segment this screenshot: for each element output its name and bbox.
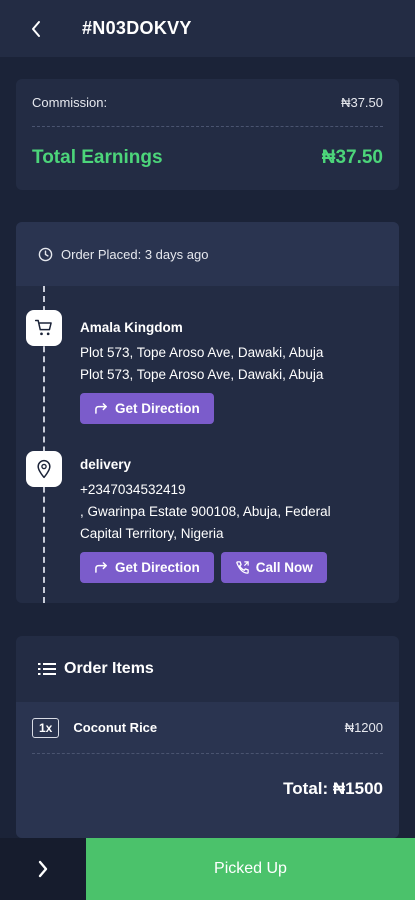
get-direction-label: Get Direction xyxy=(115,560,200,575)
direction-arrow-icon xyxy=(94,561,109,574)
order-items-card: Order Items 1x Coconut Rice ₦1200 Total:… xyxy=(16,636,399,838)
commission-value: ₦37.50 xyxy=(341,95,383,110)
total-earnings-row: Total Earnings ₦37.50 xyxy=(32,127,383,189)
total-earnings-value: ₦37.50 xyxy=(321,147,383,168)
pickup-name: Amala Kingdom xyxy=(80,320,183,335)
cart-icon xyxy=(26,310,62,346)
back-button[interactable] xyxy=(16,9,56,49)
order-route-card: Order Placed: 3 days ago Amala Kingdom P… xyxy=(16,222,399,603)
commission-label: Commission: xyxy=(32,95,108,110)
pickup-address-line1: Plot 573, Tope Aroso Ave, Dawaki, Abuja xyxy=(80,345,324,360)
order-id-title: #N03DOKVY xyxy=(82,18,192,38)
call-now-label: Call Now xyxy=(255,560,313,575)
phone-call-icon xyxy=(235,560,250,575)
delivery-address-line1: , Gwarinpa Estate 900108, Abuja, Federal xyxy=(80,504,331,519)
map-pin-icon xyxy=(26,451,62,487)
list-item: 1x Coconut Rice ₦1200 xyxy=(32,702,383,754)
delivery-phone: +2347034532419 xyxy=(80,482,186,497)
order-placed-text: Order Placed: 3 days ago xyxy=(61,246,209,262)
pickup-get-direction-button[interactable]: Get Direction xyxy=(80,393,214,424)
call-now-button[interactable]: Call Now xyxy=(220,552,327,583)
next-button[interactable] xyxy=(0,838,86,900)
item-price: ₦1200 xyxy=(344,720,383,735)
total-earnings-label: Total Earnings xyxy=(32,147,163,168)
app-header: #N03DOKVY xyxy=(0,0,415,57)
order-items-header: Order Items xyxy=(16,636,399,702)
chevron-left-icon xyxy=(32,20,40,37)
order-placed-row: Order Placed: 3 days ago xyxy=(16,222,399,286)
order-items-title: Order Items xyxy=(64,660,154,677)
direction-arrow-icon xyxy=(94,402,109,415)
clock-icon xyxy=(38,247,53,262)
get-direction-label: Get Direction xyxy=(115,401,200,416)
chevron-right-icon xyxy=(38,860,48,878)
delivery-name: delivery xyxy=(80,457,132,472)
delivery-get-direction-button[interactable]: Get Direction xyxy=(80,552,214,583)
list-icon xyxy=(38,662,56,676)
commission-row: Commission: ₦37.50 xyxy=(32,79,383,127)
order-items-body: 1x Coconut Rice ₦1200 Total: ₦1500 xyxy=(16,702,399,838)
delivery-address-line2: Capital Territory, Nigeria xyxy=(80,526,224,541)
item-name: Coconut Rice xyxy=(73,720,158,735)
earnings-card: Commission: ₦37.50 Total Earnings ₦37.50 xyxy=(16,79,399,190)
bottom-action-bar: Picked Up xyxy=(0,838,415,900)
quantity-badge: 1x xyxy=(32,717,60,738)
pickup-address-line2: Plot 573, Tope Aroso Ave, Dawaki, Abuja xyxy=(80,367,324,382)
picked-up-button[interactable]: Picked Up xyxy=(86,838,415,900)
order-total: Total: ₦1500 xyxy=(283,779,383,798)
